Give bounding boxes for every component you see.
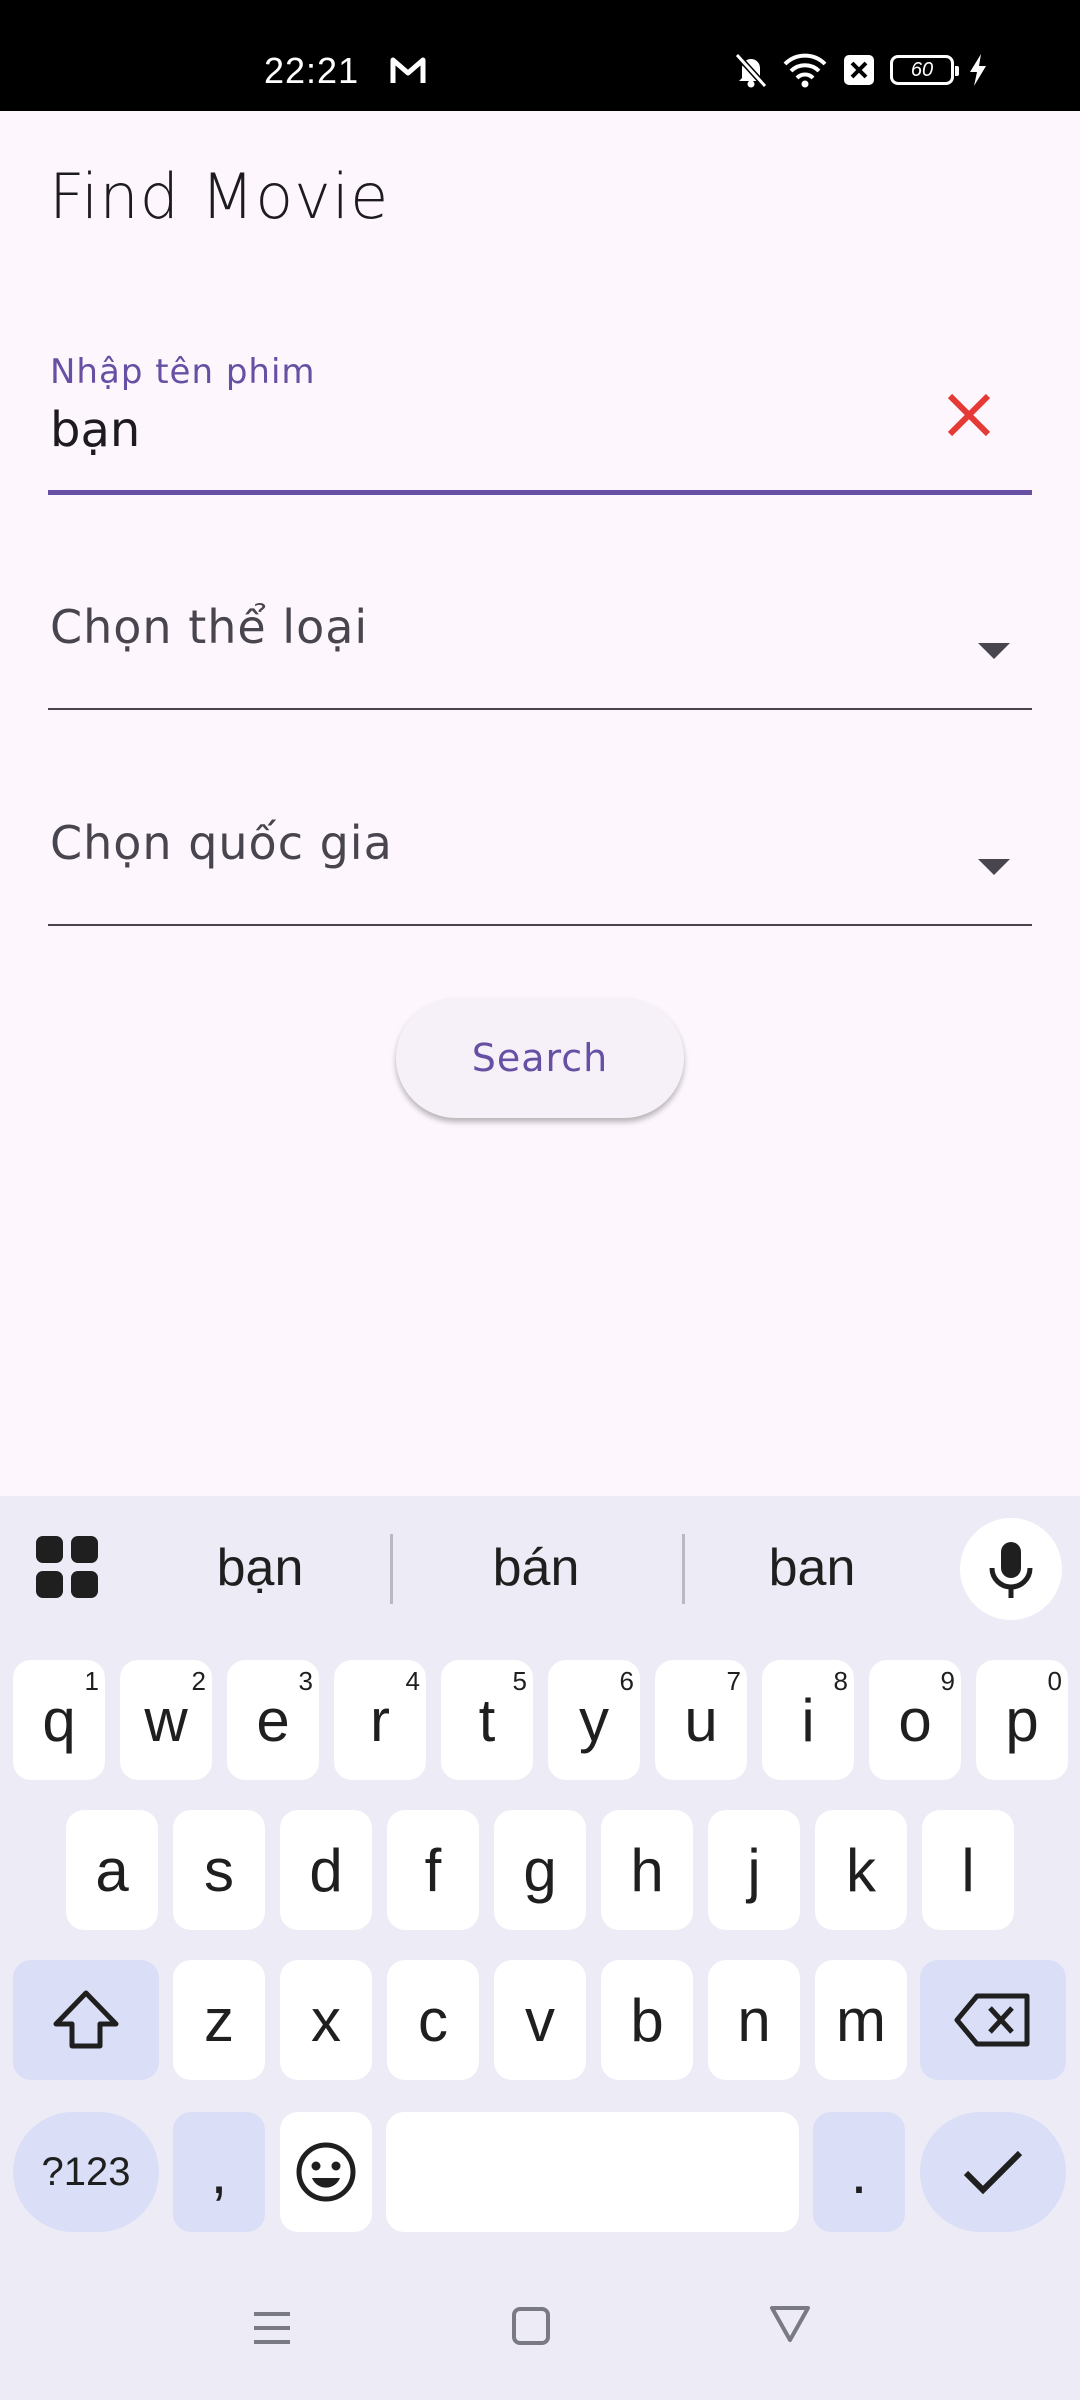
key-hint: 6 bbox=[619, 1666, 634, 1696]
period-key[interactable]: . bbox=[813, 2112, 905, 2232]
key-w[interactable]: w2 bbox=[120, 1660, 212, 1780]
key-hint: 4 bbox=[405, 1666, 420, 1696]
charging-icon bbox=[970, 54, 986, 86]
key-i[interactable]: i8 bbox=[762, 1660, 854, 1780]
status-time: 22:21 bbox=[264, 50, 360, 91]
movie-name-label: Nhập tên phim bbox=[50, 352, 316, 392]
key-o[interactable]: o9 bbox=[869, 1660, 961, 1780]
country-dropdown-label: Chọn quốc gia bbox=[50, 816, 393, 870]
key-hint: 3 bbox=[298, 1666, 313, 1696]
key-label: e bbox=[256, 1686, 290, 1754]
key-label: y bbox=[579, 1686, 609, 1754]
key-g[interactable]: g bbox=[494, 1810, 586, 1930]
page-title: Find Movie bbox=[49, 160, 390, 233]
suggestion-3[interactable]: ban bbox=[712, 1538, 912, 1598]
menu-nav-icon[interactable] bbox=[252, 2308, 292, 2348]
keyboard-apps-icon[interactable] bbox=[36, 1536, 98, 1598]
navigation-bar bbox=[0, 2262, 1080, 2400]
key-m[interactable]: m bbox=[815, 1960, 907, 2080]
movie-name-field[interactable]: Nhập tên phim bbox=[48, 340, 1032, 495]
symbols-key[interactable]: ?123 bbox=[13, 2112, 159, 2232]
wifi-icon bbox=[783, 53, 827, 88]
key-label: t bbox=[478, 1686, 496, 1754]
key-k[interactable]: k bbox=[815, 1810, 907, 1930]
key-y[interactable]: y6 bbox=[548, 1660, 640, 1780]
key-f[interactable]: f bbox=[387, 1810, 479, 1930]
shift-key[interactable] bbox=[13, 1960, 159, 2080]
key-q[interactable]: q1 bbox=[13, 1660, 105, 1780]
dropdown-arrow-icon bbox=[978, 643, 1010, 659]
emoji-key[interactable] bbox=[280, 2112, 372, 2232]
no-sim-icon bbox=[844, 55, 874, 85]
key-z[interactable]: z bbox=[173, 1960, 265, 2080]
key-v[interactable]: v bbox=[494, 1960, 586, 2080]
clear-icon[interactable] bbox=[934, 380, 1004, 450]
status-icons: 60 bbox=[734, 52, 1002, 88]
key-hint: 7 bbox=[726, 1666, 741, 1696]
country-dropdown[interactable]: Chọn quốc gia bbox=[48, 816, 1032, 926]
home-nav-icon[interactable] bbox=[511, 2306, 551, 2346]
genre-dropdown[interactable]: Chọn thể loại bbox=[48, 600, 1032, 710]
key-label: p bbox=[1005, 1686, 1039, 1754]
key-u[interactable]: u7 bbox=[655, 1660, 747, 1780]
comma-key[interactable]: , bbox=[173, 2112, 265, 2232]
suggestion-2[interactable]: bán bbox=[436, 1538, 636, 1598]
status-bar: 22:21 60 bbox=[0, 0, 1080, 111]
movie-name-input[interactable] bbox=[50, 402, 910, 458]
key-d[interactable]: d bbox=[280, 1810, 372, 1930]
space-key[interactable] bbox=[386, 2112, 799, 2232]
key-s[interactable]: s bbox=[173, 1810, 265, 1930]
key-label: q bbox=[42, 1686, 76, 1754]
key-l[interactable]: l bbox=[922, 1810, 1014, 1930]
back-nav-icon[interactable] bbox=[768, 2302, 812, 2346]
mic-icon bbox=[989, 1542, 1033, 1598]
key-label: w bbox=[144, 1686, 188, 1754]
backspace-key[interactable] bbox=[920, 1960, 1066, 2080]
key-r[interactable]: r4 bbox=[334, 1660, 426, 1780]
key-j[interactable]: j bbox=[708, 1810, 800, 1930]
key-x[interactable]: x bbox=[280, 1960, 372, 2080]
key-label: r bbox=[370, 1686, 390, 1754]
key-hint: 8 bbox=[833, 1666, 848, 1696]
suggestion-divider bbox=[682, 1534, 685, 1604]
key-label: i bbox=[801, 1686, 815, 1754]
key-hint: 0 bbox=[1047, 1666, 1062, 1696]
voice-input-button[interactable] bbox=[960, 1518, 1062, 1620]
key-hint: 5 bbox=[512, 1666, 527, 1696]
key-label: u bbox=[684, 1686, 718, 1754]
suggestion-bar: bạn bán ban bbox=[0, 1496, 1080, 1636]
key-label: o bbox=[898, 1686, 932, 1754]
key-p[interactable]: p0 bbox=[976, 1660, 1068, 1780]
backspace-icon bbox=[954, 1993, 1030, 2047]
key-t[interactable]: t5 bbox=[441, 1660, 533, 1780]
key-hint: 1 bbox=[84, 1666, 99, 1696]
genre-dropdown-label: Chọn thể loại bbox=[50, 600, 369, 654]
checkmark-icon bbox=[963, 2150, 1023, 2195]
gmail-icon bbox=[390, 57, 426, 83]
key-b[interactable]: b bbox=[601, 1960, 693, 2080]
search-button[interactable]: Search bbox=[396, 998, 684, 1118]
key-e[interactable]: e3 bbox=[227, 1660, 319, 1780]
dropdown-arrow-icon bbox=[978, 859, 1010, 875]
key-hint: 2 bbox=[191, 1666, 206, 1696]
key-a[interactable]: a bbox=[66, 1810, 158, 1930]
key-h[interactable]: h bbox=[601, 1810, 693, 1930]
key-hint: 9 bbox=[940, 1666, 955, 1696]
enter-key[interactable] bbox=[920, 2112, 1066, 2232]
emoji-icon bbox=[296, 2142, 356, 2202]
bell-off-icon bbox=[734, 52, 768, 88]
key-c[interactable]: c bbox=[387, 1960, 479, 2080]
suggestion-1[interactable]: bạn bbox=[160, 1538, 360, 1598]
battery-icon: 60 bbox=[890, 55, 959, 85]
shift-icon bbox=[53, 1990, 119, 2049]
key-n[interactable]: n bbox=[708, 1960, 800, 2080]
suggestion-divider bbox=[390, 1534, 393, 1604]
